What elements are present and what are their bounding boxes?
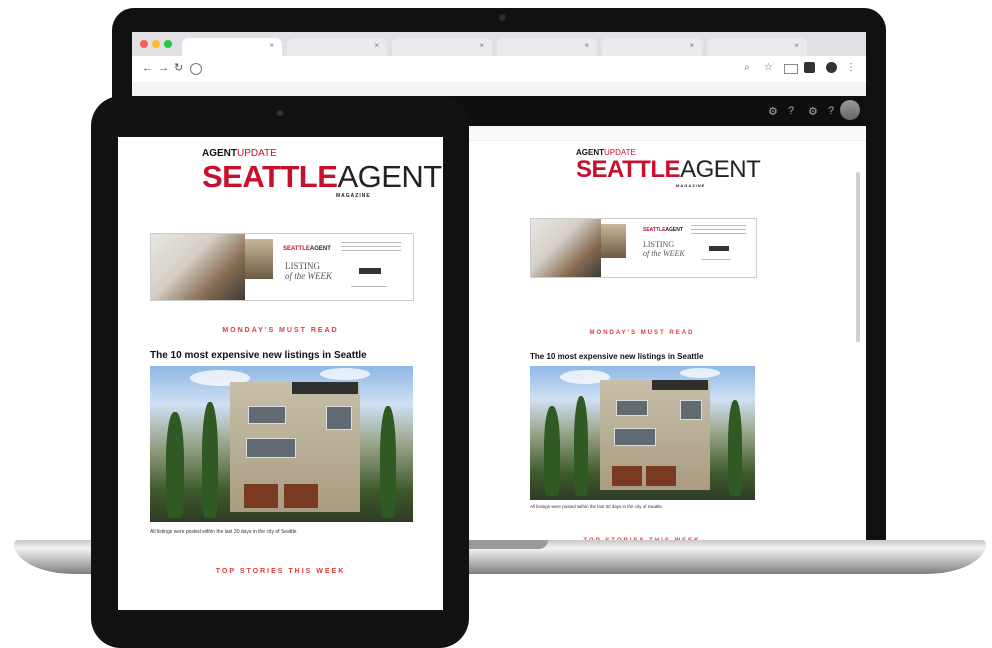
banner-price [709,246,729,251]
banner-logo: SEATTLEAGENT [643,227,683,233]
banner-photo [151,234,245,300]
help-icon[interactable]: ? [788,105,794,117]
bookmark-star-icon[interactable]: ☆ [764,62,773,74]
listing-banner[interactable]: SEATTLEAGENT LISTING of the WEEK [150,233,414,301]
browser-tab-bar: × × × × × × [132,32,866,56]
article-caption: All listings were posted within the last… [150,529,298,535]
newsletter-tablet: AGENTUPDATE SEATTLEAGENT MAGAZINE SEATTL… [118,137,443,610]
notifications-icon[interactable]: ? [828,105,834,117]
forward-icon[interactable]: → [158,62,169,74]
logo-agent-wordmark: AGENT [337,159,442,194]
section-top-stories: TOP STORIES THIS WEEK [215,568,346,575]
banner-text-lines [691,225,746,237]
logo-agent-text: AGENT [202,148,237,159]
close-icon[interactable]: × [479,41,484,50]
article-caption: All listings were posted within the last… [530,504,664,509]
browser-address-bar: ← → ↻ ⌕ ☆ ⋮ [132,56,866,83]
logo-seattle-text: SEATTLE [202,159,338,194]
article-hero-image[interactable] [530,366,755,500]
banner-price [359,268,381,274]
scrollbar[interactable] [856,172,860,342]
banner-logo: SEATTLEAGENT [283,246,331,252]
menu-icon[interactable]: ⋮ [846,62,856,74]
banner-text-lines [701,259,731,263]
banner-listing-title: LISTING of the WEEK [285,261,332,281]
banner-text-lines [351,286,387,290]
listing-banner[interactable]: SEATTLEAGENT LISTING of the WEEK [530,218,757,278]
close-icon[interactable]: × [794,41,799,50]
apps-icon[interactable]: ⚙ [808,105,818,118]
browser-tab[interactable]: × [707,38,807,56]
browser-tab[interactable]: × [497,38,597,56]
logo-wordmark: SEATTLEAGENT [576,156,761,184]
close-icon[interactable]: × [374,41,379,50]
banner-listing-title: LISTING of the WEEK [643,240,685,258]
logo-magazine-text: MAGAZINE [676,183,706,188]
article-headline[interactable]: The 10 most expensive new listings in Se… [530,352,703,361]
search-icon[interactable]: ⌕ [744,62,750,74]
back-icon[interactable]: ← [142,62,153,74]
banner-photo [601,223,626,259]
browser-tab[interactable]: × [182,38,282,56]
logo-agent-wordmark: AGENT [680,156,761,183]
home-icon[interactable] [190,63,202,75]
tablet-camera [277,110,283,116]
maximize-window-button[interactable] [164,40,172,48]
logo-magazine-text: MAGAZINE [336,193,371,199]
tablet-screen: AGENTUPDATE SEATTLEAGENT MAGAZINE SEATTL… [118,137,443,610]
browser-tab[interactable]: × [392,38,492,56]
close-icon[interactable]: × [689,41,694,50]
laptop-camera [499,14,506,21]
logo-update-text: UPDATE [237,148,277,159]
reload-icon[interactable]: ↻ [174,62,183,74]
avatar[interactable] [840,100,860,120]
kicker-text: MONDAY'S MUST READ [222,327,339,334]
close-window-button[interactable] [140,40,148,48]
kicker-text: MONDAY'S MUST READ [589,330,695,336]
extension-icon[interactable] [784,64,798,74]
logo-top-line: AGENTUPDATE [202,148,277,159]
logo-seattle-text: SEATTLE [576,156,681,183]
banner-photo [531,219,601,277]
close-icon[interactable]: × [269,41,274,50]
logo-wordmark: SEATTLEAGENT [202,159,442,195]
browser-tab[interactable]: × [602,38,702,56]
banner-text-lines [341,242,401,254]
browser-tab[interactable]: × [287,38,387,56]
close-icon[interactable]: × [584,41,589,50]
banner-photo [245,239,273,279]
minimize-window-button[interactable] [152,40,160,48]
article-headline[interactable]: The 10 most expensive new listings in Se… [150,350,367,361]
article-hero-image[interactable] [150,366,413,522]
settings-icon[interactable]: ⚙ [768,105,778,118]
profile-icon[interactable] [826,62,837,73]
newsletter-laptop: AGENTUPDATE SEATTLEAGENT MAGAZINE SEATTL… [528,144,768,542]
extension-icon[interactable] [804,62,815,73]
